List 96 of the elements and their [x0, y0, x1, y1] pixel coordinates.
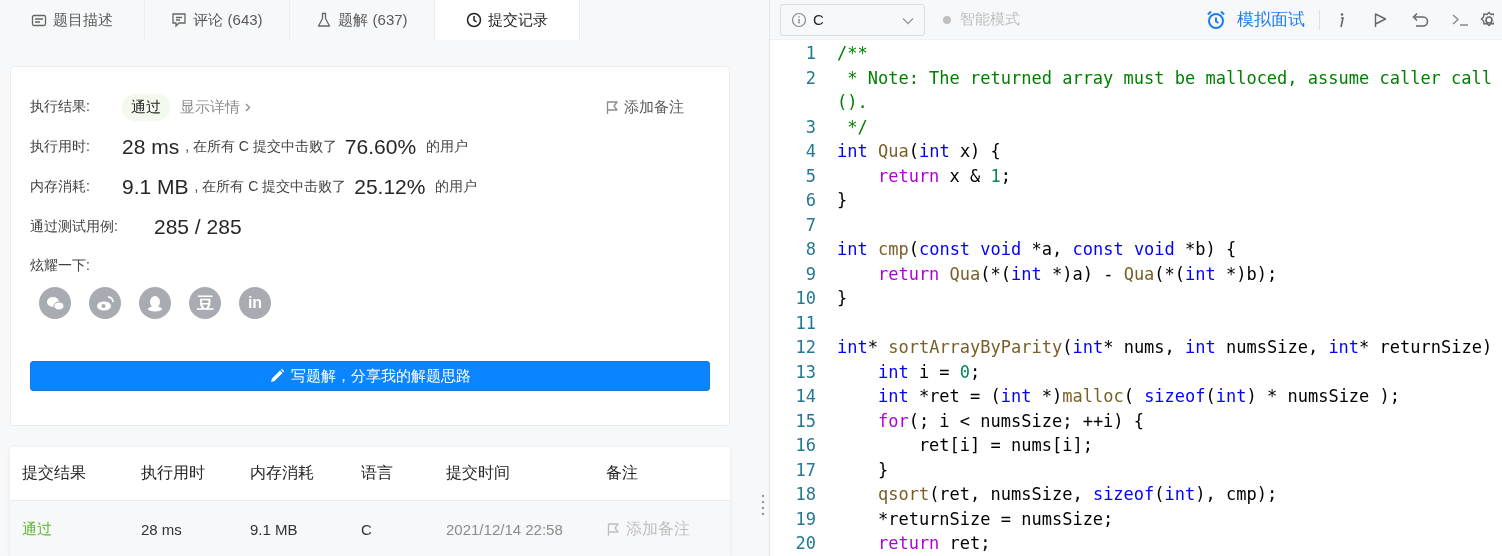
- tab[interactable]: 评论 (643): [145, 0, 290, 40]
- line-number: 11: [794, 311, 816, 335]
- line-number: 7: [804, 213, 816, 237]
- line-number: 19: [794, 507, 816, 531]
- stat-text: 的用户: [435, 178, 478, 196]
- flask-icon: [316, 12, 333, 28]
- chat-bubbles-icon: [45, 295, 65, 311]
- field-label: 内存消耗:: [30, 178, 91, 196]
- line-number: 13: [794, 360, 816, 384]
- line-number: 6: [804, 189, 816, 212]
- stat-text: , 在所有 C 提交中击败了: [194, 178, 347, 196]
- stat-text: 的用户: [426, 138, 469, 156]
- language-dropdown[interactable]: C: [780, 3, 925, 36]
- code-line: */: [846, 115, 868, 139]
- mock-interview-button[interactable]: 模拟面试: [1206, 9, 1320, 30]
- status-link[interactable]: 通过: [22, 519, 141, 539]
- percentile-value: 76.60%: [344, 135, 417, 159]
- speech-bubble-icon: [171, 12, 188, 28]
- line-number: 4: [804, 140, 816, 163]
- write-solution-button[interactable]: 写题解，分享我的解题思路: [30, 361, 710, 391]
- undo-icon: [1411, 11, 1429, 28]
- code-line: int i = 0;: [876, 360, 981, 384]
- drag-handle-icon[interactable]: [761, 494, 765, 516]
- status-dot-icon: [943, 15, 951, 24]
- line-number: 3: [804, 115, 816, 139]
- tab[interactable]: 题目描述: [0, 0, 145, 40]
- stat-value: 9.1 MB: [122, 175, 189, 199]
- code-line: /**: [837, 42, 868, 65]
- field-label: 通过测试用例:: [30, 218, 119, 236]
- column-header: 提交时间: [446, 463, 511, 483]
- line-number: 15: [794, 409, 816, 433]
- code-line: ret[i] = nums[i];: [917, 434, 1093, 457]
- code-line: return Qua(*(int *)a) - Qua(*(int *)b);: [876, 262, 1278, 286]
- tab[interactable]: 提交记录: [435, 0, 580, 40]
- code-line: ().: [837, 91, 868, 114]
- code-line: }: [876, 458, 889, 482]
- share-button[interactable]: in: [239, 287, 271, 319]
- code-line: qsort(ret, numsSize, sizeof(int), cmp);: [876, 483, 1278, 506]
- flag-icon: [606, 521, 620, 537]
- add-note-button[interactable]: 添加备注: [605, 97, 684, 117]
- status-badge: 通过: [122, 93, 170, 121]
- stat-value: 28 ms: [122, 135, 180, 159]
- card-icon: [31, 12, 47, 28]
- code-line: int *ret = (int *)malloc( sizeof(int) * numsSize );: [876, 385, 1401, 408]
- code-line: return ret;: [876, 532, 991, 555]
- flag-icon: [1373, 11, 1387, 28]
- table-cell-text: 2021/12/14 22:58: [446, 520, 564, 538]
- table-cell-text: C: [361, 520, 373, 538]
- code-line: return x & 1;: [876, 164, 1012, 188]
- stat-text: , 在所有 C 提交中击败了: [185, 138, 337, 156]
- code-line: }: [837, 287, 848, 310]
- column-header: 语言: [361, 463, 394, 483]
- share-button[interactable]: [39, 287, 71, 319]
- line-number: 1: [804, 42, 816, 65]
- line-number: 9: [804, 262, 816, 286]
- pencil-icon: [269, 368, 285, 384]
- field-label: 执行用时:: [30, 138, 91, 156]
- field-label: 执行结果:: [30, 98, 91, 116]
- line-number: 8: [804, 238, 816, 261]
- flag-icon: [605, 99, 619, 115]
- line-number: 16: [794, 434, 816, 457]
- code-line: for(; i < numsSize; ++i) {: [876, 409, 1145, 433]
- column-header: 内存消耗: [250, 463, 315, 483]
- line-number: 20: [794, 532, 816, 555]
- line-number: 2: [804, 66, 816, 90]
- column-header: 备注: [606, 463, 639, 483]
- settings-icon: [1480, 10, 1494, 29]
- column-header: 提交结果: [22, 463, 87, 483]
- line-number: 10: [794, 287, 816, 310]
- swirl-icon: [95, 295, 115, 311]
- code-line: int Qua(int x) {: [837, 140, 1001, 163]
- details-link[interactable]: 显示详情: [180, 97, 251, 117]
- line-number: 17: [794, 458, 816, 482]
- caret-icon: [902, 17, 914, 25]
- share-button[interactable]: 豆: [189, 287, 221, 319]
- code-line: *returnSize = numsSize;: [876, 507, 1114, 531]
- line-number: 5: [804, 164, 816, 188]
- share-label: 炫耀一下:: [30, 257, 91, 275]
- line-number: 14: [794, 385, 816, 408]
- code-line: }: [837, 189, 848, 212]
- column-header: 执行用时: [141, 463, 206, 483]
- chevron-right-icon: [244, 101, 251, 113]
- table-cell-text: 28 ms: [141, 520, 183, 538]
- table-cell-text: 9.1 MB: [250, 520, 299, 538]
- code-line: int cmp(const void *a, const void *b) {: [837, 238, 1237, 261]
- alarm-clock-icon: [1206, 9, 1226, 30]
- code-line: * Note: The returned array must be malloced, assume caller call: [846, 66, 1493, 90]
- line-number: 18: [794, 483, 816, 506]
- share-button[interactable]: [139, 287, 171, 319]
- line-number: 12: [794, 336, 816, 359]
- code-line: int* sortArrayByParity(int* nums, int numsSize, int* returnSize): [837, 336, 1493, 359]
- percentile-value: 25.12%: [354, 175, 426, 199]
- share-button[interactable]: [89, 287, 121, 319]
- clock-icon: [466, 12, 482, 28]
- test-cases-value: 285 / 285: [154, 215, 242, 239]
- info-icon: [791, 11, 807, 28]
